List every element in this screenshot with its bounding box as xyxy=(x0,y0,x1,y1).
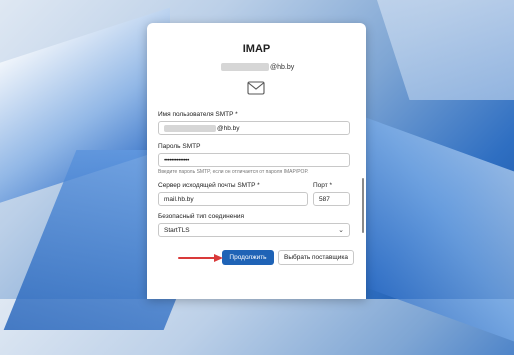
dialog-scrollbar[interactable] xyxy=(362,178,364,233)
wallpaper-shape xyxy=(370,0,514,100)
smtp-server-label: Сервер исходящей почты SMTP * xyxy=(158,182,260,189)
account-email-domain: @hb.by xyxy=(270,63,295,71)
port-input[interactable]: 587 xyxy=(313,192,350,206)
wallpaper-shape xyxy=(360,115,514,355)
annotation-arrow-icon xyxy=(178,254,223,262)
redacted-username xyxy=(164,124,216,132)
smtp-password-label: Пароль SMTP xyxy=(158,143,201,150)
account-email: @hb.by xyxy=(221,63,294,71)
security-type-value: StartTLS xyxy=(164,226,190,234)
smtp-username-label: Имя пользователя SMTP * xyxy=(158,111,238,118)
mail-envelope-icon xyxy=(247,81,265,95)
continue-button[interactable]: Продолжить xyxy=(222,250,274,265)
smtp-password-hint: Введите пароль SMTP, если он отличается … xyxy=(158,169,309,175)
dialog-title: IMAP xyxy=(242,43,271,55)
smtp-username-input[interactable]: @hb.by xyxy=(158,121,350,135)
smtp-password-input[interactable]: •••••••••••••• xyxy=(158,153,350,167)
security-type-label: Безопасный тип соединения xyxy=(158,213,245,220)
choose-provider-button[interactable]: Выбрать поставщика xyxy=(278,250,354,265)
smtp-server-input[interactable]: mail.hb.by xyxy=(158,192,308,206)
security-type-select[interactable]: StartTLS ⌄ xyxy=(158,223,350,237)
chevron-down-icon: ⌄ xyxy=(338,227,344,234)
redacted-username xyxy=(221,63,269,71)
port-label: Порт * xyxy=(313,182,333,189)
smtp-username-domain: @hb.by xyxy=(217,124,240,132)
